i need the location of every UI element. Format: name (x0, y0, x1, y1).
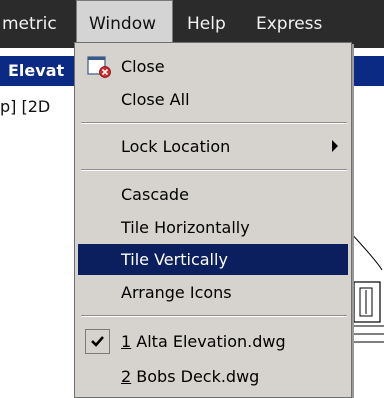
menu-item-number: 1 (121, 332, 132, 351)
menu-item-cascade[interactable]: Cascade (78, 179, 348, 210)
menu-item-filename: Bobs Deck.dwg (131, 367, 260, 386)
menu-item-close[interactable]: Close (78, 51, 348, 82)
menu-item-filename: Alta Elevation.dwg (131, 332, 286, 351)
menu-item-label: Tile Vertically (121, 250, 228, 269)
checkmark-icon (91, 336, 104, 347)
menu-item-tile-vertically[interactable]: Tile Vertically (78, 244, 348, 275)
menu-item-tile-horizontally[interactable]: Tile Horizontally (78, 212, 348, 243)
close-window-icon (87, 56, 111, 78)
menu-item-label: Cascade (121, 185, 189, 204)
menu-item-arrange-icons[interactable]: Arrange Icons (78, 277, 348, 308)
menu-item-label: Arrange Icons (121, 283, 232, 302)
menu-item-close-all[interactable]: Close All (78, 84, 348, 115)
menu-item-label: 2 Bobs Deck.dwg (121, 361, 259, 392)
menu-item-number: 2 (121, 367, 132, 386)
document-title: Elevat (8, 61, 65, 80)
menu-separator (81, 315, 347, 317)
menu-bar: metric Window Help Express (0, 0, 384, 48)
menu-item-recent-1[interactable]: 1 Alta Elevation.dwg (78, 326, 348, 357)
menu-item-lock-location[interactable]: Lock Location (78, 131, 348, 162)
submenu-arrow-icon (332, 140, 338, 152)
menu-item-label: Close (121, 57, 165, 76)
viewport-label: p] [2D (0, 97, 51, 116)
menu-help[interactable]: Help (187, 0, 226, 48)
menu-separator (81, 169, 347, 171)
menu-window[interactable]: Window (76, 0, 173, 48)
menu-isometric[interactable]: metric (2, 0, 57, 48)
menu-item-label: Lock Location (121, 137, 231, 156)
menu-item-label: Tile Horizontally (121, 218, 250, 237)
check-box (85, 329, 110, 354)
menu-item-recent-2[interactable]: 2 Bobs Deck.dwg (78, 361, 348, 392)
menu-separator (81, 122, 347, 124)
menu-item-label: Close All (121, 90, 190, 109)
menu-express[interactable]: Express (256, 0, 322, 48)
menu-item-label: 1 Alta Elevation.dwg (121, 326, 286, 357)
window-menu: Close Close All Lock Location Cascade Ti… (74, 42, 352, 398)
